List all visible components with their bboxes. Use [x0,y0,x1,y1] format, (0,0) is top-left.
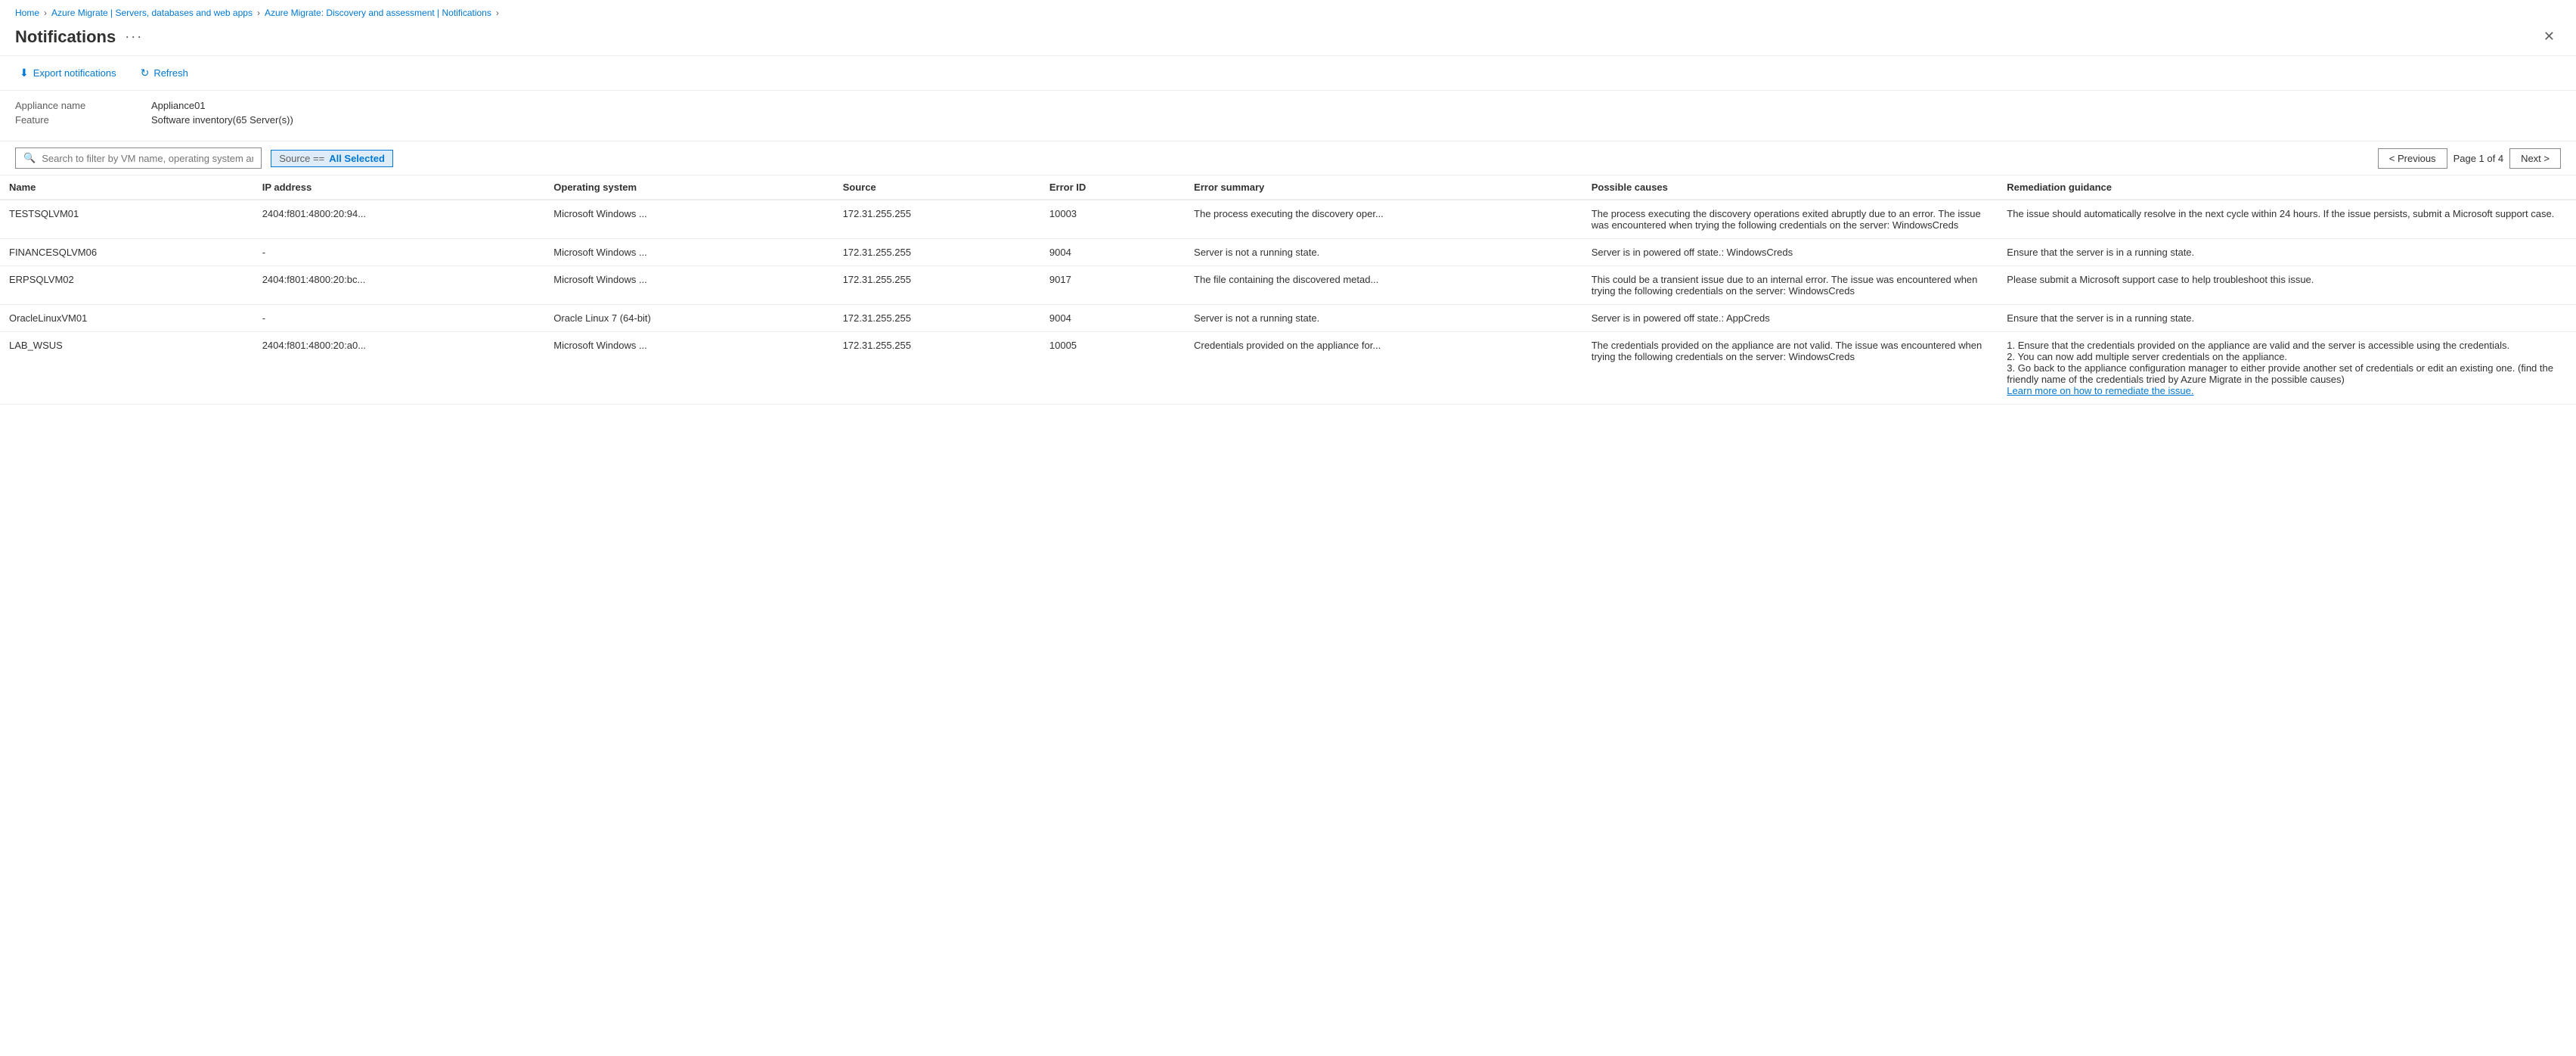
search-box[interactable]: 🔍 [15,148,262,169]
notifications-table: Name IP address Operating system Source … [0,175,2576,405]
more-options-icon[interactable]: ··· [125,29,143,45]
col-header-remediation: Remediation guidance [1998,175,2576,200]
page-header: Notifications ··· ✕ [0,23,2576,56]
breadcrumb-servers[interactable]: Azure Migrate | Servers, databases and w… [51,8,253,18]
cell-os: Microsoft Windows ... [544,332,833,405]
col-header-name: Name [0,175,253,200]
feature-value: Software inventory(65 Server(s)) [151,114,293,126]
cell-os: Microsoft Windows ... [544,200,833,239]
cell-error_summary: Server is not a running state. [1185,305,1582,332]
cell-error_id: 10003 [1040,200,1185,239]
learn-more-link[interactable]: Learn more on how to remediate the issue… [2007,385,2193,396]
filter-bar: 🔍 Source == All Selected < Previous Page… [0,141,2576,175]
page-title: Notifications [15,27,116,47]
cell-name: FINANCESQLVM06 [0,239,253,266]
cell-causes: Server is in powered off state.: Windows… [1582,239,1998,266]
cell-name: TESTSQLVM01 [0,200,253,239]
breadcrumb-sep-2: › [257,8,260,18]
search-icon: 🔍 [23,152,36,164]
cell-source: 172.31.255.255 [834,266,1040,305]
source-filter-tag[interactable]: Source == All Selected [271,150,393,167]
cell-error_id: 9017 [1040,266,1185,305]
cell-error_summary: Server is not a running state. [1185,239,1582,266]
cell-os: Oracle Linux 7 (64-bit) [544,305,833,332]
cell-error_summary: The process executing the discovery oper… [1185,200,1582,239]
refresh-button[interactable]: ↻ Refresh [136,64,193,82]
cell-causes: The credentials provided on the applianc… [1582,332,1998,405]
table-row: OracleLinuxVM01-Oracle Linux 7 (64-bit)1… [0,305,2576,332]
cell-source: 172.31.255.255 [834,305,1040,332]
breadcrumb-home[interactable]: Home [15,8,39,18]
cell-name: LAB_WSUS [0,332,253,405]
breadcrumb-discovery[interactable]: Azure Migrate: Discovery and assessment … [265,8,491,18]
pagination: < Previous Page 1 of 4 Next > [2378,148,2561,169]
table-row: FINANCESQLVM06-Microsoft Windows ...172.… [0,239,2576,266]
col-header-error-summary: Error summary [1185,175,1582,200]
source-filter-prefix: Source == [279,153,324,164]
breadcrumb: Home › Azure Migrate | Servers, database… [0,0,2576,23]
table-row: LAB_WSUS2404:f801:4800:20:a0...Microsoft… [0,332,2576,405]
breadcrumb-sep-1: › [44,8,47,18]
cell-remediation: The issue should automatically resolve i… [1998,200,2576,239]
cell-ip: 2404:f801:4800:20:bc... [253,266,545,305]
cell-source: 172.31.255.255 [834,200,1040,239]
col-header-error-id: Error ID [1040,175,1185,200]
refresh-label: Refresh [153,67,188,79]
cell-error_id: 10005 [1040,332,1185,405]
cell-remediation: 1. Ensure that the credentials provided … [1998,332,2576,405]
cell-ip: - [253,239,545,266]
cell-remediation: Ensure that the server is in a running s… [1998,305,2576,332]
cell-ip: 2404:f801:4800:20:94... [253,200,545,239]
filter-left: 🔍 Source == All Selected [15,148,393,169]
export-label: Export notifications [33,67,116,79]
table-row: TESTSQLVM012404:f801:4800:20:94...Micros… [0,200,2576,239]
cell-name: ERPSQLVM02 [0,266,253,305]
cell-causes: Server is in powered off state.: AppCred… [1582,305,1998,332]
cell-error_id: 9004 [1040,305,1185,332]
cell-name: OracleLinuxVM01 [0,305,253,332]
cell-error_id: 9004 [1040,239,1185,266]
cell-os: Microsoft Windows ... [544,266,833,305]
pagination-info: Page 1 of 4 [2454,153,2504,164]
next-button[interactable]: Next > [2509,148,2561,169]
cell-source: 172.31.255.255 [834,239,1040,266]
refresh-icon: ↻ [141,67,150,79]
previous-button[interactable]: < Previous [2378,148,2447,169]
col-header-os: Operating system [544,175,833,200]
cell-causes: This could be a transient issue due to a… [1582,266,1998,305]
cell-causes: The process executing the discovery oper… [1582,200,1998,239]
appliance-name-value: Appliance01 [151,100,206,111]
download-icon: ⬇ [20,67,29,79]
cell-remediation: Please submit a Microsoft support case t… [1998,266,2576,305]
table-row: ERPSQLVM022404:f801:4800:20:bc...Microso… [0,266,2576,305]
table-container: Name IP address Operating system Source … [0,175,2576,405]
search-input[interactable] [42,153,253,164]
col-header-source: Source [834,175,1040,200]
cell-remediation: Ensure that the server is in a running s… [1998,239,2576,266]
cell-ip: - [253,305,545,332]
cell-source: 172.31.255.255 [834,332,1040,405]
appliance-name-label: Appliance name [15,100,151,111]
cell-ip: 2404:f801:4800:20:a0... [253,332,545,405]
meta-section: Appliance name Appliance01 Feature Softw… [0,91,2576,141]
cell-error_summary: Credentials provided on the appliance fo… [1185,332,1582,405]
export-notifications-button[interactable]: ⬇ Export notifications [15,64,121,82]
source-filter-value: All Selected [329,153,385,164]
toolbar: ⬇ Export notifications ↻ Refresh [0,56,2576,90]
feature-label: Feature [15,114,151,126]
close-button[interactable]: ✕ [2537,26,2561,48]
col-header-ip: IP address [253,175,545,200]
cell-os: Microsoft Windows ... [544,239,833,266]
table-header-row: Name IP address Operating system Source … [0,175,2576,200]
cell-error_summary: The file containing the discovered metad… [1185,266,1582,305]
col-header-causes: Possible causes [1582,175,1998,200]
breadcrumb-sep-3: › [496,8,499,18]
